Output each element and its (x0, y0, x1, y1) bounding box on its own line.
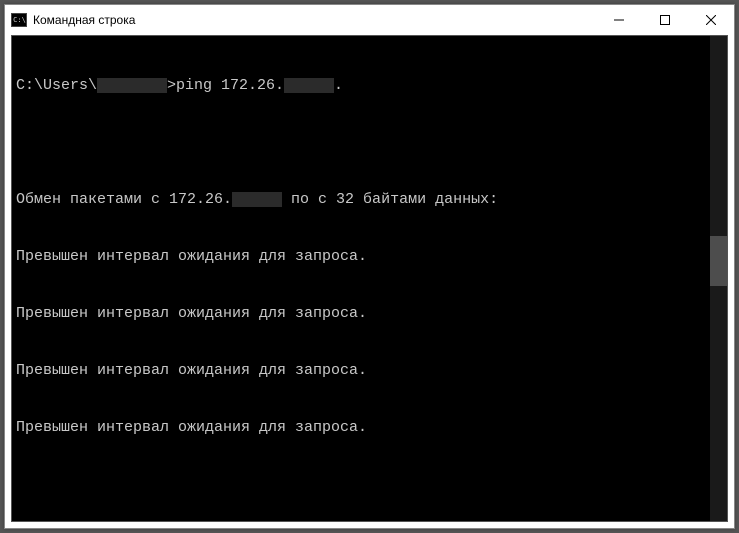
vertical-scrollbar[interactable] (710, 36, 727, 521)
exchange-line: Обмен пакетами с 172.26. по с 32 байтами… (16, 190, 723, 209)
timeout-line: Превышен интервал ожидания для запроса. (16, 247, 723, 266)
prompt-line: C:\Users\ >ping 172.26.. (16, 76, 723, 95)
window-controls (596, 5, 734, 35)
blank-line (16, 133, 723, 152)
scrollbar-thumb[interactable] (710, 236, 727, 286)
prompt-path: C:\Users\ (16, 77, 97, 94)
terminal-client-area[interactable]: C:\Users\ >ping 172.26.. Обмен пакетами с… (11, 35, 728, 522)
command-prompt-window: C:\ Командная строка C:\Users\ >ping 172.… (4, 4, 735, 529)
exchange-suffix: по с 32 байтами данных: (282, 191, 498, 208)
cmd-icon: C:\ (11, 13, 27, 27)
maximize-button[interactable] (642, 5, 688, 35)
titlebar[interactable]: C:\ Командная строка (5, 5, 734, 35)
minimize-button[interactable] (596, 5, 642, 35)
timeout-line: Превышен интервал ожидания для запроса. (16, 304, 723, 323)
timeout-line: Превышен интервал ожидания для запроса. (16, 418, 723, 437)
redacted-user (97, 78, 167, 93)
redacted-ip-part (284, 78, 334, 93)
close-button[interactable] (688, 5, 734, 35)
timeout-line: Превышен интервал ожидания для запроса. (16, 361, 723, 380)
blank-line (16, 475, 723, 494)
terminal-output: C:\Users\ >ping 172.26.. Обмен пакетами с… (12, 36, 727, 522)
ping-command: >ping 172.26. (167, 77, 284, 94)
exchange-prefix: Обмен пакетами с 172.26. (16, 191, 232, 208)
prompt-tail: . (334, 77, 343, 94)
window-title: Командная строка (33, 13, 596, 27)
redacted-ip-part (232, 192, 282, 207)
